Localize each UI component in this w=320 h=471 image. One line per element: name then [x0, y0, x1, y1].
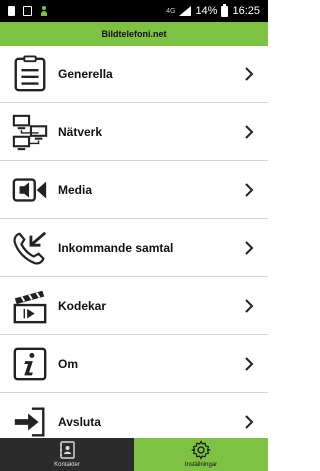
settings-item-kodekar[interactable]: Kodekar: [0, 277, 268, 335]
speaker-icon: [10, 170, 50, 210]
incoming-call-icon: [10, 228, 50, 268]
chevron-right-icon: [245, 356, 254, 371]
phone-icon: [8, 6, 15, 16]
settings-item-natverk[interactable]: Nätverk: [0, 103, 268, 161]
status-bar: 4G 14% 16:25: [0, 0, 268, 22]
settings-item-label: Nätverk: [58, 124, 103, 139]
contacts-book-icon: [60, 441, 75, 459]
app-title: Bildtelefoni.net: [101, 29, 167, 39]
exit-icon: [10, 402, 50, 442]
network-icon: [10, 112, 50, 152]
settings-item-label: Avsluta: [58, 415, 101, 429]
settings-item-label: Media: [58, 182, 93, 197]
tab-label: Kontakter: [54, 462, 80, 468]
settings-item-inkommande-samtal[interactable]: Inkommande samtal: [0, 219, 268, 277]
bottom-tab-bar: Kontakter Inställningar: [0, 438, 268, 471]
info-icon: [10, 344, 50, 384]
settings-item-om[interactable]: Om: [0, 335, 268, 393]
signal-icon: [179, 6, 192, 16]
settings-item-label: Generella: [58, 67, 113, 81]
settings-item-label: Kodekar: [58, 298, 107, 313]
network-type: 4G: [166, 7, 176, 15]
settings-item-label: Om: [58, 356, 79, 371]
tab-installningar[interactable]: Inställningar: [134, 438, 268, 471]
chevron-right-icon: [245, 67, 254, 81]
settings-item-generella[interactable]: Generella: [0, 46, 268, 103]
person-icon: [40, 6, 48, 16]
app-title-bar: Bildtelefoni.net: [0, 22, 268, 46]
chevron-right-icon: [245, 298, 254, 313]
chevron-right-icon: [245, 415, 254, 429]
document-list-icon: [10, 54, 50, 94]
tab-kontakter[interactable]: Kontakter: [0, 438, 134, 471]
clock: 16:25: [232, 5, 260, 17]
chevron-right-icon: [245, 182, 254, 197]
chevron-right-icon: [245, 124, 254, 139]
clapperboard-icon: [10, 286, 50, 326]
settings-item-media[interactable]: Media: [0, 161, 268, 219]
settings-list: Generella Nätverk Media Inkommande samta…: [0, 46, 268, 451]
gallery-icon: [23, 6, 32, 16]
battery-percent: 14%: [195, 5, 218, 17]
settings-item-label: Inkommande samtal: [58, 240, 174, 255]
chevron-right-icon: [245, 240, 254, 255]
tab-label: Inställningar: [184, 462, 218, 468]
battery-icon: [221, 3, 229, 17]
gear-icon: [191, 440, 211, 460]
